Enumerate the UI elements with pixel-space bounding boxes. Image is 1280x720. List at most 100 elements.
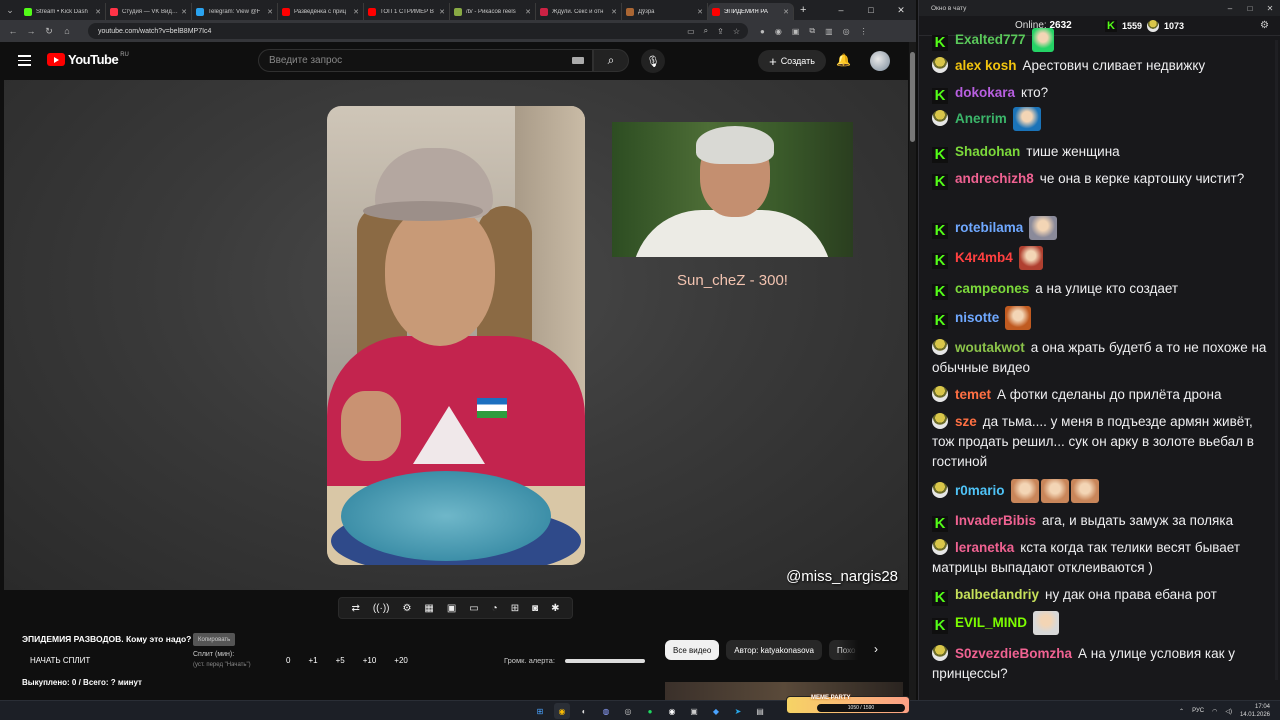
browser-tab[interactable]: /b/ - Рикасов reels ✕ [450, 3, 536, 20]
screen-settings-icon[interactable]: ⚙ [402, 603, 411, 614]
tab-close-icon[interactable]: ✕ [611, 8, 617, 16]
language-indicator[interactable]: РУС [1192, 708, 1204, 714]
steam-icon[interactable]: ◎ [620, 703, 636, 719]
extension-badge-icon[interactable]: ▣ [792, 27, 800, 36]
tab-close-icon[interactable]: ✕ [525, 8, 531, 16]
tab-search-icon[interactable]: ⌄ [0, 0, 20, 20]
tab-close-icon[interactable]: ✕ [439, 8, 445, 16]
cast-icon[interactable]: ▭ [687, 27, 695, 36]
chat-username[interactable]: Shadohan [955, 144, 1020, 159]
page-scrollbar[interactable] [909, 42, 916, 700]
scrollbar-thumb[interactable] [910, 52, 915, 142]
reload-icon[interactable]: ↻ [40, 26, 58, 37]
close-icon[interactable]: ✕ [886, 0, 916, 20]
chat-username[interactable]: K4r4mb4 [955, 250, 1013, 265]
split-add-1-button[interactable]: +1 [308, 656, 317, 665]
video-player[interactable]: Sun_cheZ - 300! @miss_nargis28 [4, 80, 908, 590]
settings-gear-icon[interactable]: ✱ [551, 603, 559, 614]
chat-username[interactable]: woutakwot [955, 340, 1025, 355]
chat-username[interactable]: sze [955, 414, 977, 429]
clapper-icon[interactable]: ▦ [424, 603, 433, 614]
browser-tab[interactable]: Ждули. Секс и отн ✕ [536, 3, 622, 20]
chat-username[interactable]: leranetka [955, 540, 1014, 555]
profile-icon[interactable]: ◎ [843, 27, 850, 36]
tab-close-icon[interactable]: ✕ [353, 8, 359, 16]
wifi-icon[interactable]: ◠ [1212, 708, 1217, 715]
explorer-icon[interactable]: ◐ [576, 703, 592, 719]
browser-tab[interactable]: Разведёнка с приц ✕ [278, 3, 364, 20]
zoom-icon[interactable]: ⌕ [704, 26, 708, 36]
add-clip-icon[interactable]: ⊞ [511, 603, 519, 614]
split-add-20-button[interactable]: +20 [394, 656, 408, 665]
split-add-5-button[interactable]: +5 [336, 656, 345, 665]
chip-author[interactable]: Автор: katyakonasova [726, 640, 822, 660]
keyboard-icon[interactable] [572, 57, 584, 64]
notifications-bell-icon[interactable]: 🔔 [836, 53, 851, 67]
tab-close-icon[interactable]: ✕ [697, 8, 703, 16]
broadcast-icon[interactable]: ((·)) [373, 603, 390, 614]
cinema-icon[interactable]: ▭ [469, 603, 478, 614]
loop-icon[interactable]: ⇄ [351, 603, 359, 614]
tab-close-icon[interactable]: ✕ [95, 8, 101, 16]
maximize-icon[interactable]: □ [856, 0, 886, 20]
speed-gauge-icon[interactable]: ◔ [492, 603, 498, 614]
tab-close-icon[interactable]: ✕ [181, 8, 187, 16]
picture-in-picture-icon[interactable]: ▣ [447, 603, 456, 614]
copy-button[interactable]: Копировать [193, 633, 236, 646]
obs-icon[interactable]: ◉ [664, 703, 680, 719]
screenshot-camera-icon[interactable]: ◙ [532, 603, 538, 614]
chat-username[interactable]: campeones [955, 281, 1029, 296]
search-button[interactable]: ⌕ [593, 49, 629, 72]
chat-minimize-icon[interactable]: – [1219, 0, 1241, 16]
minimize-icon[interactable]: – [826, 0, 856, 20]
chat-username[interactable]: EVIL_MIND [955, 615, 1027, 630]
url-field[interactable]: youtube.com/watch?v=belB8MP7Ic4 ▭ ⌕ ⇪ ☆ [88, 23, 748, 39]
forward-icon[interactable]: → [22, 26, 40, 36]
search-input[interactable]: Введите запрос [258, 49, 593, 72]
browser-tab[interactable]: ЭПИДЕМИЯ РА ✕ [708, 3, 794, 20]
chat-scrollbar[interactable] [1275, 40, 1278, 680]
voice-search-button[interactable]: 🎙 [641, 49, 665, 73]
chat-username[interactable]: alex kosh [955, 58, 1017, 73]
chat-username[interactable]: nisotte [955, 310, 999, 325]
chip-all-videos[interactable]: Все видео [665, 640, 720, 660]
bookmark-star-icon[interactable]: ☆ [733, 27, 740, 36]
vscode-icon[interactable]: ◆ [708, 703, 724, 719]
chat-maximize-icon[interactable]: □ [1239, 0, 1261, 16]
clock[interactable]: 17:04 14.01.2026 [1240, 703, 1270, 719]
extension-circle-icon[interactable]: ◉ [775, 27, 782, 36]
browser-tab[interactable]: Stream • Kick Dash ✕ [20, 3, 106, 20]
browser-tab[interactable]: Telegram: View @F ✕ [192, 3, 278, 20]
extension-dot-icon[interactable]: ● [760, 27, 765, 36]
tray-chevron-icon[interactable]: ⌃ [1179, 708, 1184, 715]
home-icon[interactable]: ⌂ [58, 26, 76, 36]
discord-icon[interactable]: ◍ [598, 703, 614, 719]
chat-username[interactable]: andrechizh8 [955, 171, 1034, 186]
share-icon[interactable]: ⇪ [717, 27, 724, 36]
create-button[interactable]: + Создать [758, 50, 826, 72]
spotify-icon[interactable]: ● [642, 703, 658, 719]
chat-username[interactable]: temet [955, 387, 991, 402]
back-icon[interactable]: ← [4, 26, 22, 36]
extensions-puzzle-icon[interactable]: ⧉ [809, 26, 815, 36]
telegram-icon[interactable]: ➤ [730, 703, 746, 719]
chrome-icon[interactable]: ◉ [554, 703, 570, 719]
chat-username[interactable]: dokokara [955, 85, 1015, 100]
tab-close-icon[interactable]: ✕ [267, 8, 273, 16]
browser-tab[interactable]: Дўзра ✕ [622, 3, 708, 20]
app-icon[interactable]: ▣ [686, 703, 702, 719]
browser-tab[interactable]: ТОП 1 СТРИМЕР В ✕ [364, 3, 450, 20]
chat-username[interactable]: Anerrim [955, 111, 1007, 126]
sidepanel-icon[interactable]: ▥ [825, 27, 833, 36]
account-avatar[interactable] [870, 51, 890, 71]
chat-username[interactable]: S0zvezdieBomzha [955, 646, 1072, 661]
chat-close-icon[interactable]: ✕ [1259, 0, 1280, 16]
youtube-logo[interactable]: YouTube RU [47, 52, 129, 67]
new-tab-button[interactable]: + [800, 4, 806, 16]
chevron-right-icon[interactable]: › [874, 642, 878, 656]
start-windows-icon[interactable]: ⊞ [532, 703, 548, 719]
chat-username[interactable]: rotebilama [955, 220, 1023, 235]
tab-close-icon[interactable]: ✕ [783, 8, 789, 16]
chat-username[interactable]: Exalted777 [955, 32, 1026, 47]
alert-volume-slider[interactable] [565, 659, 645, 663]
